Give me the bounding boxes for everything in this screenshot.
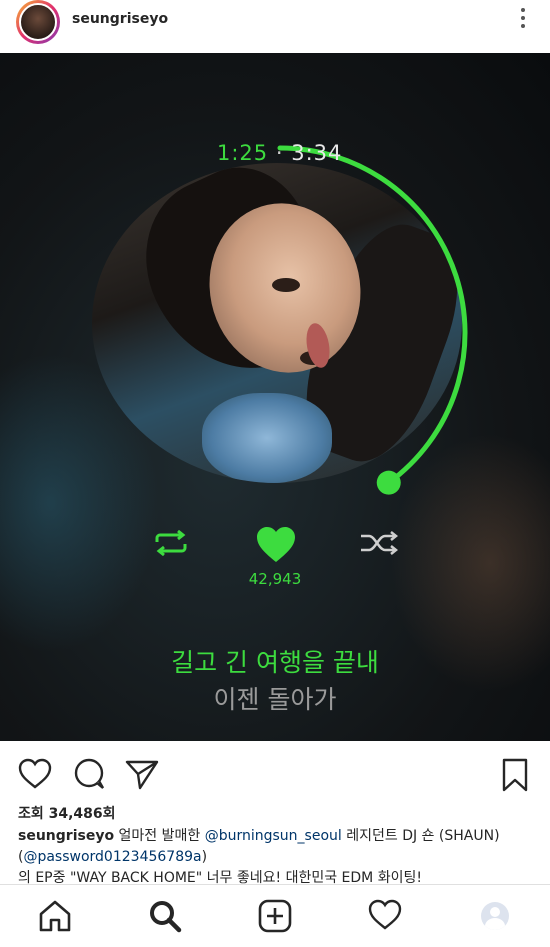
user-avatar[interactable]: [16, 0, 60, 44]
repeat-icon[interactable]: [151, 530, 191, 556]
lyric-current-line: 길고 긴 여행을 끝내: [171, 648, 379, 677]
album-photo: [92, 163, 462, 483]
more-vertical-icon[interactable]: [520, 8, 526, 32]
bottom-tab-bar: [0, 884, 550, 947]
photo-eye-left: [272, 278, 300, 292]
mention-burningsun[interactable]: @burningsun_seoul: [205, 828, 342, 844]
post-header: seungriseyo: [0, 0, 550, 52]
shuffle-icon[interactable]: [359, 530, 401, 556]
post-caption: seungriseyo 얼마전 발매한 @burningsun_seoul 레지…: [18, 826, 538, 889]
caption-text-2: 레지던트 DJ 숀 (SHAUN): [341, 828, 500, 844]
caption-text-1: 얼마전 발매한: [114, 828, 205, 844]
like-count: 42,943: [248, 570, 302, 588]
send-icon[interactable]: [125, 758, 159, 790]
photo-bottle: [202, 393, 332, 483]
home-icon[interactable]: [38, 899, 72, 933]
search-icon[interactable]: [148, 899, 182, 933]
avatar-photo: [19, 3, 57, 41]
time-separator: ·: [275, 141, 284, 165]
caption-username[interactable]: seungriseyo: [18, 828, 114, 844]
activity-heart-icon[interactable]: [368, 899, 402, 931]
post-media[interactable]: 1:25 · 3:34 42,943 길고 긴 여행을 끝내 이젠 돌아가: [0, 53, 550, 741]
add-post-icon[interactable]: [258, 899, 292, 933]
mention-second[interactable]: @password0123456789a: [23, 849, 201, 865]
comment-icon[interactable]: [72, 758, 106, 790]
lyric-next-line: 이젠 돌아가: [213, 685, 337, 714]
like-heart-icon[interactable]: [255, 526, 297, 564]
album-art: [92, 163, 462, 483]
caption-paren-close: ): [201, 849, 208, 865]
profile-avatar[interactable]: [481, 902, 509, 930]
total-time: 3:34: [291, 141, 343, 165]
post-username[interactable]: seungriseyo: [72, 11, 168, 27]
bookmark-icon[interactable]: [500, 758, 530, 792]
heart-outline-icon[interactable]: [18, 758, 52, 790]
current-time: 1:25: [217, 141, 269, 165]
playback-time: 1:25 · 3:34: [217, 141, 342, 165]
post-action-bar: [0, 742, 550, 802]
view-count: 조회 34,486회: [18, 806, 116, 822]
